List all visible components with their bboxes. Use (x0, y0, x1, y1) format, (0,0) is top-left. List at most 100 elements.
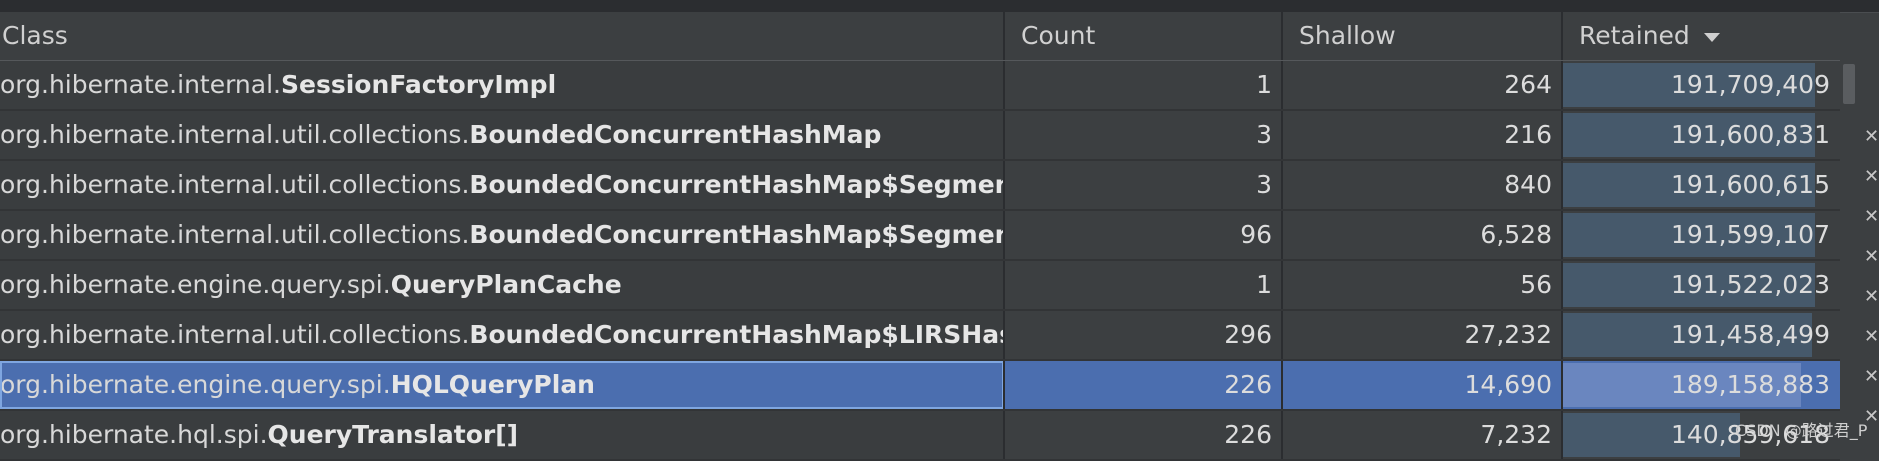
class-cell: org.hibernate.internal.util.collections.… (0, 211, 1004, 259)
retained-value: 191,600,615 (1670, 170, 1830, 199)
vertical-scrollbar[interactable] (1842, 60, 1858, 446)
table-row[interactable]: org.hibernate.hql.spi.QueryTranslator[] 2… (0, 411, 1840, 461)
shallow-cell: 27,232 (1283, 311, 1562, 359)
close-icon[interactable]: ✕ (1864, 368, 1879, 386)
count-cell: 1 (1005, 61, 1282, 109)
table-row[interactable]: org.hibernate.internal.util.collections.… (0, 311, 1840, 361)
column-divider (1003, 311, 1005, 359)
class-cell: org.hibernate.internal.SessionFactoryImp… (0, 61, 1004, 109)
table-row[interactable]: org.hibernate.internal.util.collections.… (0, 211, 1840, 261)
count-cell: 1 (1005, 261, 1282, 309)
retained-value: 189,158,883 (1670, 370, 1830, 399)
shallow-cell: 7,232 (1283, 411, 1562, 459)
shallow-cell: 14,690 (1283, 361, 1562, 409)
shallow-cell: 840 (1283, 161, 1562, 209)
class-cell: org.hibernate.hql.spi.QueryTranslator[] (0, 411, 1004, 459)
column-divider (1561, 111, 1563, 159)
column-divider (1281, 161, 1283, 209)
scrollbar-thumb[interactable] (1843, 64, 1855, 104)
column-divider[interactable] (1281, 12, 1283, 60)
retained-cell: 191,600,831 (1563, 111, 1840, 159)
count-cell: 226 (1005, 411, 1282, 459)
close-icon[interactable]: ✕ (1864, 128, 1879, 146)
column-header-shallow[interactable]: Shallow (1283, 12, 1562, 60)
column-divider (1003, 111, 1005, 159)
column-header-count[interactable]: Count (1005, 12, 1282, 60)
column-divider (1281, 361, 1283, 409)
class-name: HQLQueryPlan (390, 370, 595, 399)
sort-descending-icon (1703, 32, 1720, 42)
package-name: org.hibernate.internal.util.collections. (0, 170, 470, 199)
column-divider[interactable] (1561, 12, 1563, 60)
column-divider (1003, 61, 1005, 109)
count-cell: 296 (1005, 311, 1282, 359)
close-icon[interactable]: ✕ (1864, 248, 1879, 266)
shallow-cell: 216 (1283, 111, 1562, 159)
package-name: org.hibernate.internal.util.collections. (0, 120, 470, 149)
shallow-cell: 264 (1283, 61, 1562, 109)
column-divider (1561, 261, 1563, 309)
column-divider (1281, 311, 1283, 359)
column-divider (1003, 211, 1005, 259)
count-cell: 3 (1005, 111, 1282, 159)
table-row[interactable]: org.hibernate.engine.query.spi.QueryPlan… (0, 261, 1840, 311)
class-name: BoundedConcurrentHashMap (469, 120, 882, 149)
close-icon[interactable]: ✕ (1864, 168, 1879, 186)
package-name: org.hibernate.internal. (0, 70, 281, 99)
close-icon[interactable]: ✕ (1864, 328, 1879, 346)
package-name: org.hibernate.engine.query.spi. (0, 270, 391, 299)
retained-cell: 191,599,107 (1563, 211, 1840, 259)
package-name: org.hibernate.internal.util.collections. (0, 320, 470, 349)
column-divider (1281, 111, 1283, 159)
table-body: org.hibernate.internal.SessionFactoryImp… (0, 61, 1840, 461)
column-divider[interactable] (1003, 12, 1005, 60)
retained-cell: 191,522,023 (1563, 261, 1840, 309)
shallow-cell: 6,528 (1283, 211, 1562, 259)
retained-cell: 191,458,499 (1563, 311, 1840, 359)
column-divider (1561, 161, 1563, 209)
column-header-class[interactable]: Class (0, 12, 1004, 60)
class-name: QueryTranslator[] (267, 420, 519, 449)
table-header: Class Count Shallow Retained (0, 12, 1840, 61)
table-row[interactable]: org.hibernate.internal.SessionFactoryImp… (0, 61, 1840, 111)
class-cell: org.hibernate.internal.util.collections.… (0, 111, 1004, 159)
class-name: SessionFactoryImpl (281, 70, 557, 99)
class-table: Class Count Shallow Retained org.hiberna… (0, 12, 1840, 461)
close-icon[interactable]: ✕ (1864, 208, 1879, 226)
column-divider (1281, 261, 1283, 309)
class-cell: org.hibernate.internal.util.collections.… (0, 311, 1004, 359)
watermark: CSDN @路过君_P (1735, 421, 1868, 440)
class-cell: org.hibernate.engine.query.spi.QueryPlan… (0, 261, 1004, 309)
retained-value: 191,458,499 (1670, 320, 1830, 349)
table-row[interactable]: org.hibernate.engine.query.spi.HQLQueryP… (0, 361, 1840, 411)
shallow-cell: 56 (1283, 261, 1562, 309)
package-name: org.hibernate.internal.util.collections. (0, 220, 470, 249)
package-name: org.hibernate.engine.query.spi. (0, 370, 391, 399)
column-divider (1003, 261, 1005, 309)
column-divider (1003, 161, 1005, 209)
class-cell: org.hibernate.engine.query.spi.HQLQueryP… (0, 361, 1004, 409)
class-name: QueryPlanCache (390, 270, 622, 299)
column-divider (1561, 211, 1563, 259)
table-row[interactable]: org.hibernate.internal.util.collections.… (0, 161, 1840, 211)
column-divider (1281, 61, 1283, 109)
column-header-retained[interactable]: Retained (1563, 12, 1840, 60)
column-divider (1561, 411, 1563, 459)
count-cell: 3 (1005, 161, 1282, 209)
package-name: org.hibernate.hql.spi. (0, 420, 268, 449)
close-icon[interactable]: ✕ (1864, 288, 1879, 306)
count-cell: 226 (1005, 361, 1282, 409)
column-divider (1003, 411, 1005, 459)
count-cell: 96 (1005, 211, 1282, 259)
class-name: BoundedConcurrentHashMap$LIRSHashEntry (469, 320, 1004, 349)
column-divider (1281, 211, 1283, 259)
class-name: BoundedConcurrentHashMap$Segment[] (469, 170, 1004, 199)
retained-value: 191,709,409 (1670, 70, 1830, 99)
table-row[interactable]: org.hibernate.internal.util.collections.… (0, 111, 1840, 161)
column-divider (1561, 361, 1563, 409)
retained-cell: 191,709,409 (1563, 61, 1840, 109)
class-name: BoundedConcurrentHashMap$Segment (469, 220, 1004, 249)
column-divider (1561, 61, 1563, 109)
retained-value: 191,522,023 (1670, 270, 1830, 299)
column-divider (1003, 361, 1005, 409)
